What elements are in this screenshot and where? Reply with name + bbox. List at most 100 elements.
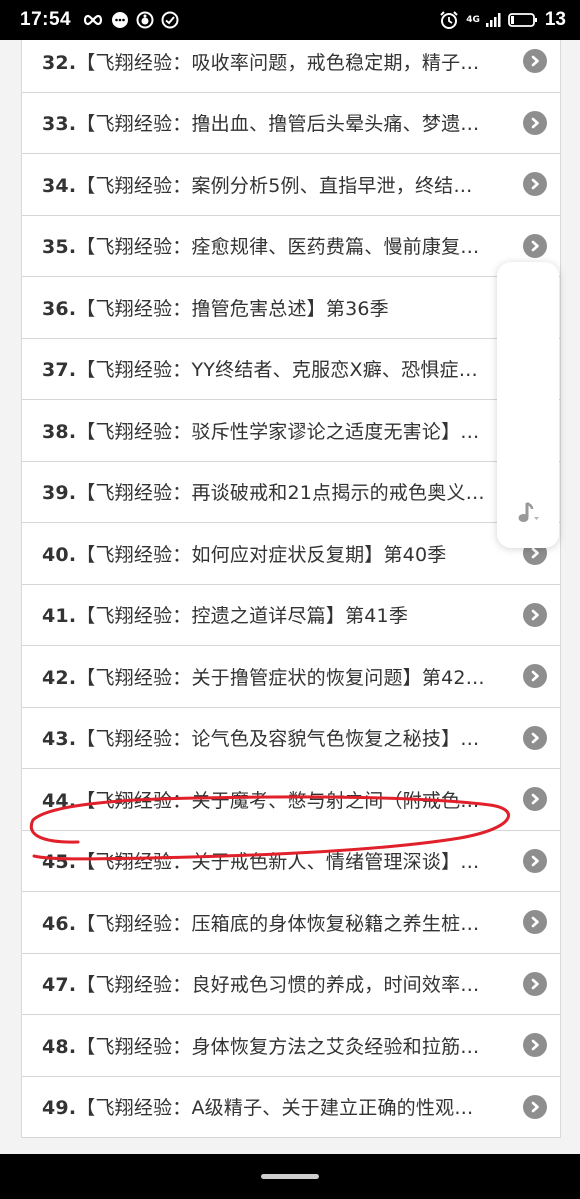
list-item-title: 【飞翔经验：控遗之道详尽篇】第41季 <box>76 605 409 628</box>
list-item-title: 【飞翔经验：驳斥性学家谬论之适度无害论】… <box>76 420 480 443</box>
battery-icon <box>507 12 538 28</box>
list-item-number: 36. <box>42 297 77 320</box>
list-item-text: 46.【飞翔经验：压箱底的身体恢复秘籍之养生桩… <box>42 909 479 936</box>
chevron-right-icon[interactable] <box>523 1094 547 1119</box>
list-item-text: 44.【飞翔经验：关于魔考、憋与射之间（附戒色… <box>42 786 479 813</box>
list-item-number: 41. <box>42 605 77 628</box>
list-item-number: 32. <box>42 51 77 74</box>
chevron-right-icon[interactable] <box>523 110 547 135</box>
list-item-number: 37. <box>42 359 77 382</box>
signal-icon <box>485 12 501 28</box>
chevron-right-icon[interactable] <box>523 971 547 996</box>
list-item-text: 41.【飞翔经验：控遗之道详尽篇】第41季 <box>42 601 408 628</box>
list-item[interactable]: 48.【飞翔经验：身体恢复方法之艾灸经验和拉筋… <box>22 1015 560 1077</box>
list-item[interactable]: 40.【飞翔经验：如何应对症状反复期】第40季 <box>22 523 560 585</box>
alarm-icon <box>439 10 459 30</box>
list-item-text: 48.【飞翔经验：身体恢复方法之艾灸经验和拉筋… <box>42 1032 479 1059</box>
list-item-text: 32.【飞翔经验：吸收率问题，戒色稳定期，精子… <box>42 48 479 75</box>
status-time: 17:54 <box>20 9 72 30</box>
list-item-number: 40. <box>42 543 77 566</box>
list-item[interactable]: 45.【飞翔经验：关于戒色新人、情绪管理深谈】… <box>22 831 560 892</box>
list-item-text: 38.【飞翔经验：驳斥性学家谬论之适度无害论】… <box>42 417 479 444</box>
chevron-right-icon[interactable] <box>523 1033 547 1058</box>
list-item[interactable]: 38.【飞翔经验：驳斥性学家谬论之适度无害论】… <box>22 400 560 462</box>
list-item-number: 42. <box>42 666 77 689</box>
list-item-text: 42.【飞翔经验：关于撸管症状的恢复问题】第42… <box>42 663 485 690</box>
chevron-right-icon[interactable] <box>523 233 547 258</box>
music-note-icon[interactable] <box>515 500 541 530</box>
list-item-number: 49. <box>42 1097 77 1120</box>
list-item-title: 【飞翔经验：压箱底的身体恢复秘籍之养生桩… <box>76 912 480 935</box>
list-item-text: 34.【飞翔经验：案例分析5例、直指早泄，终结… <box>42 171 473 198</box>
infinity-icon <box>82 14 104 26</box>
list-item-title: 【飞翔经验：YY终结者、克服恋X癖、恐惧症… <box>76 359 478 382</box>
list-item[interactable]: 47.【飞翔经验：良好戒色习惯的养成，时间效率… <box>22 954 560 1015</box>
list-item[interactable]: 32.【飞翔经验：吸收率问题，戒色稳定期，精子… <box>22 40 560 93</box>
list-item[interactable]: 49.【飞翔经验：A级精子、关于建立正确的性观… <box>22 1077 560 1138</box>
list-item-title: 【飞翔经验：如何应对症状反复期】第40季 <box>76 543 447 566</box>
list-item[interactable]: 43.【飞翔经验：论气色及容貌气色恢复之秘技】… <box>22 708 560 769</box>
list-item[interactable]: 35.【飞翔经验：痊愈规律、医药费篇、慢前康复… <box>22 216 560 277</box>
list-item-text: 36.【飞翔经验：撸管危害总述】第36季 <box>42 294 389 321</box>
list-item-text: 49.【飞翔经验：A级精子、关于建立正确的性观… <box>42 1093 473 1120</box>
home-gesture-bar[interactable] <box>261 1174 319 1179</box>
list-item-number: 43. <box>42 728 77 751</box>
list-item-number: 35. <box>42 236 77 259</box>
list-item-text: 40.【飞翔经验：如何应对症状反复期】第40季 <box>42 540 446 567</box>
list-item-number: 48. <box>42 1035 77 1058</box>
list-item-text: 47.【飞翔经验：良好戒色习惯的养成，时间效率… <box>42 970 479 997</box>
list-item-number: 33. <box>42 113 77 136</box>
list-item[interactable]: 41.【飞翔经验：控遗之道详尽篇】第41季 <box>22 585 560 646</box>
list-item-title: 【飞翔经验：撸出血、撸管后头晕头痛、梦遗… <box>76 113 480 136</box>
list-item[interactable]: 33.【飞翔经验：撸出血、撸管后头晕头痛、梦遗… <box>22 93 560 154</box>
chevron-right-icon[interactable] <box>523 787 547 812</box>
list-item[interactable]: 37.【飞翔经验：YY终结者、克服恋X癖、恐惧症… <box>22 339 560 400</box>
chevron-right-icon[interactable] <box>523 725 547 750</box>
list-item-title: 【飞翔经验：关于撸管症状的恢复问题】第42… <box>76 666 485 689</box>
list-item-text: 43.【飞翔经验：论气色及容貌气色恢复之秘技】… <box>42 724 479 751</box>
list-item-title: 【飞翔经验：A级精子、关于建立正确的性观… <box>76 1097 474 1120</box>
list-item-text: 33.【飞翔经验：撸出血、撸管后头晕头痛、梦遗… <box>42 109 479 136</box>
list-item-number: 46. <box>42 912 77 935</box>
list-item-text: 39.【飞翔经验：再谈破戒和21点揭示的戒色奥义… <box>42 478 485 505</box>
list-item-title: 【飞翔经验：论气色及容貌气色恢复之秘技】… <box>76 728 480 751</box>
battery-level: 13 <box>544 9 566 30</box>
list-item[interactable]: 36.【飞翔经验：撸管危害总述】第36季 <box>22 277 560 339</box>
list-item-text: 45.【飞翔经验：关于戒色新人、情绪管理深谈】… <box>42 847 479 874</box>
list-item-number: 34. <box>42 174 77 197</box>
list-item-title: 【飞翔经验：关于魔考、憋与射之间（附戒色… <box>76 789 480 812</box>
list-item[interactable]: 44.【飞翔经验：关于魔考、憋与射之间（附戒色… <box>22 769 560 831</box>
list-item-title: 【飞翔经验：案例分析5例、直指早泄，终结… <box>76 174 473 197</box>
chat-bubble-icon <box>111 11 129 29</box>
list-item[interactable]: 39.【飞翔经验：再谈破戒和21点揭示的戒色奥义… <box>22 462 560 523</box>
list-item-title: 【飞翔经验：身体恢复方法之艾灸经验和拉筋… <box>76 1035 480 1058</box>
list-item-title: 【飞翔经验：撸管危害总述】第36季 <box>76 297 389 320</box>
chevron-right-icon[interactable] <box>523 172 547 197</box>
list-item-text: 35.【飞翔经验：痊愈规律、医药费篇、慢前康复… <box>42 232 479 259</box>
list-item-title: 【飞翔经验：关于戒色新人、情绪管理深谈】… <box>76 851 480 874</box>
list-item-number: 38. <box>42 420 77 443</box>
network-type: 4G <box>466 14 480 25</box>
list-item-title: 【飞翔经验：痊愈规律、医药费篇、慢前康复… <box>76 236 480 259</box>
navigation-bar <box>0 1154 580 1199</box>
list-item[interactable]: 34.【飞翔经验：案例分析5例、直指早泄，终结… <box>22 154 560 216</box>
list-item-text: 37.【飞翔经验：YY终结者、克服恋X癖、恐惧症… <box>42 355 478 382</box>
chevron-right-icon[interactable] <box>523 49 547 74</box>
chevron-right-icon[interactable] <box>523 910 547 935</box>
chevron-right-icon[interactable] <box>523 664 547 689</box>
chevron-right-icon[interactable] <box>523 602 547 627</box>
app-circle-icon <box>136 11 154 29</box>
list-item-title: 【飞翔经验：良好戒色习惯的养成，时间效率… <box>76 974 480 997</box>
check-circle-icon <box>161 11 179 29</box>
list-item-title: 【飞翔经验：吸收率问题，戒色稳定期，精子… <box>76 51 480 74</box>
floating-music-panel[interactable] <box>497 262 559 548</box>
article-list-view[interactable]: 32.【飞翔经验：吸收率问题，戒色稳定期，精子… 33.【飞翔经验：撸出血、撸管后… <box>0 40 580 1154</box>
list-item-number: 47. <box>42 974 77 997</box>
article-list: 32.【飞翔经验：吸收率问题，戒色稳定期，精子… 33.【飞翔经验：撸出血、撸管后… <box>21 40 561 1138</box>
list-item[interactable]: 42.【飞翔经验：关于撸管症状的恢复问题】第42… <box>22 646 560 708</box>
list-item[interactable]: 46.【飞翔经验：压箱底的身体恢复秘籍之养生桩… <box>22 892 560 954</box>
list-item-number: 44. <box>42 789 77 812</box>
chevron-right-icon[interactable] <box>523 848 547 873</box>
list-item-number: 45. <box>42 851 77 874</box>
list-item-number: 39. <box>42 482 77 505</box>
